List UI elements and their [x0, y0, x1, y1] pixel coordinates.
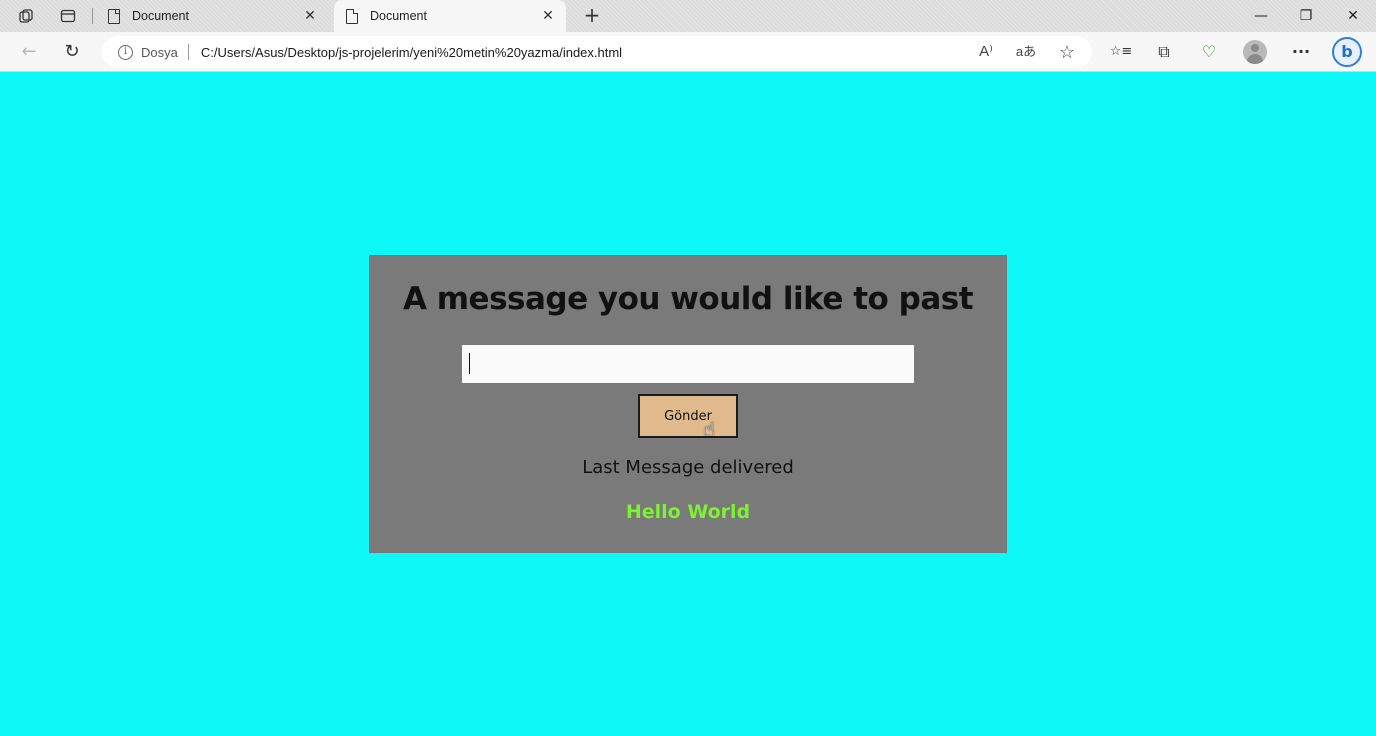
last-message-text: Hello World [625, 501, 751, 523]
tab-bar: Document ✕ Document ✕ + — ❐ ✕ [0, 0, 1376, 32]
document-icon [346, 8, 358, 24]
url-text: C:/Users/Asus/Desktop/js-projelerim/yeni… [200, 44, 623, 60]
send-button[interactable]: Gönder [638, 394, 738, 438]
message-input[interactable] [462, 345, 914, 383]
document-icon [108, 8, 120, 24]
favorites-icon[interactable]: ☆≡ [1106, 38, 1136, 66]
minimize-icon[interactable]: — [1238, 4, 1284, 28]
url-separator [187, 44, 189, 60]
read-aloud-icon[interactable]: A⁾ [972, 36, 1000, 68]
tab-title: Document [370, 9, 427, 23]
close-tab-icon[interactable]: ✕ [536, 8, 560, 24]
text-caret [469, 353, 470, 374]
profile-avatar[interactable] [1243, 40, 1267, 64]
close-window-icon[interactable]: ✕ [1330, 4, 1376, 28]
tab-actions-icon[interactable] [54, 4, 82, 28]
tab-title: Document [132, 9, 189, 23]
last-message-label: Last Message delivered [582, 457, 794, 478]
back-icon[interactable]: ← [14, 38, 44, 66]
restore-icon[interactable]: ❐ [1283, 4, 1329, 28]
url-field[interactable]: i Dosya C:/Users/Asus/Desktop/js-projele… [102, 36, 1092, 68]
message-card: A message you would like to past Gönder … [369, 255, 1007, 553]
copilot-icon[interactable]: b [1332, 37, 1362, 67]
workspaces-icon[interactable] [12, 4, 40, 28]
info-icon[interactable]: i [118, 44, 133, 60]
hand-cursor-icon: ☝ [703, 417, 716, 441]
tab-document-2[interactable]: Document ✕ [334, 0, 566, 32]
performance-icon[interactable]: ♡ [1194, 38, 1224, 66]
site-label: Dosya [141, 44, 178, 60]
refresh-icon[interactable]: ↻ [57, 38, 87, 66]
collections-icon[interactable]: ⧉ [1149, 38, 1179, 66]
tab-document-1[interactable]: Document ✕ [96, 0, 328, 32]
translate-icon[interactable]: aあ [1012, 36, 1040, 68]
page-title: A message you would like to past [402, 281, 974, 317]
close-tab-icon[interactable]: ✕ [298, 8, 322, 24]
new-tab-icon[interactable]: + [580, 3, 604, 29]
tab-separator [92, 8, 93, 24]
more-icon[interactable]: ··· [1286, 38, 1316, 66]
favorite-star-icon[interactable]: ☆ [1053, 36, 1081, 68]
